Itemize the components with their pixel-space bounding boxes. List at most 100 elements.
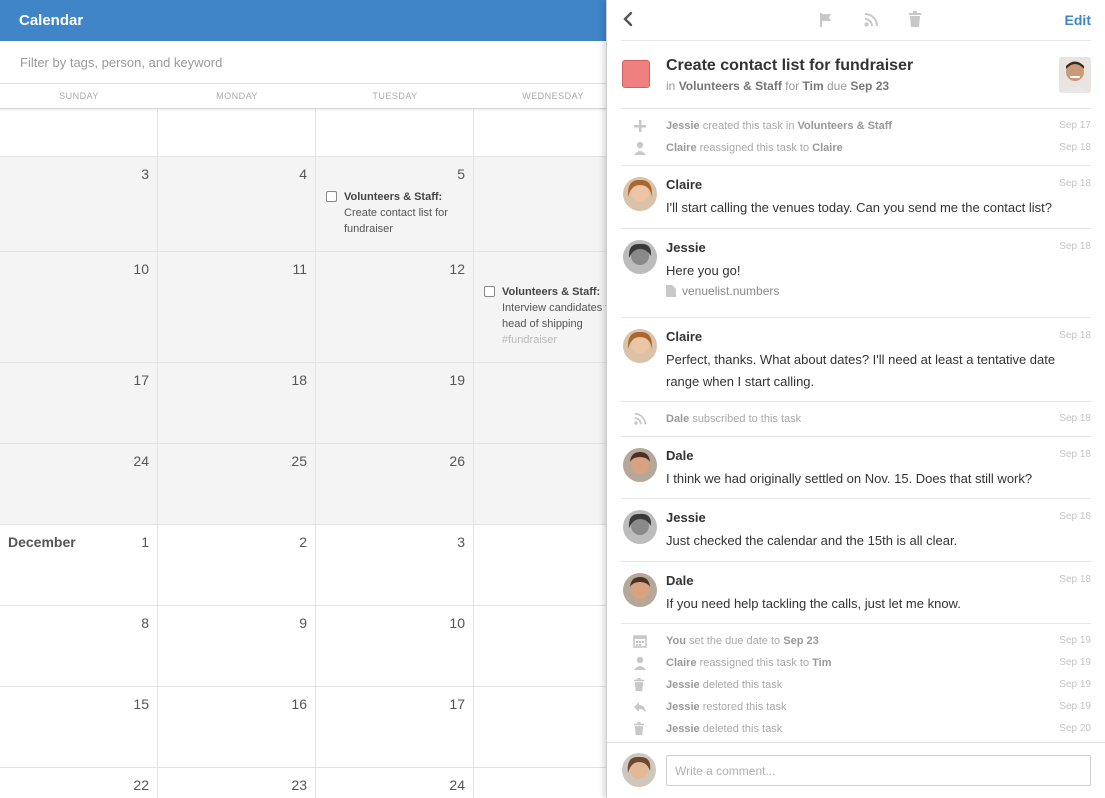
calendar-day[interactable]: 5 Volunteers & Staff: Create contact lis… [316, 157, 474, 251]
due-date[interactable]: Sep 23 [850, 79, 889, 93]
calendar-day[interactable]: 19 [316, 363, 474, 443]
calendar-grid: 3 4 5 Volunteers & Staff: Create contact… [0, 109, 606, 798]
activity-date: Sep 18 [1059, 142, 1091, 153]
day-number: 3 [457, 534, 465, 550]
calendar-day[interactable] [474, 363, 606, 443]
calendar-day[interactable] [474, 525, 606, 605]
task-checkbox[interactable] [484, 286, 495, 297]
calendar-day[interactable]: 17 [0, 363, 158, 443]
calendar-day[interactable]: 8 [0, 606, 158, 686]
calendar-day[interactable] [474, 109, 606, 156]
attachment[interactable]: venuelist.numbers [666, 284, 779, 298]
calendar-day[interactable]: 3 [316, 525, 474, 605]
comment-author[interactable]: Jessie [666, 510, 706, 525]
calendar-day[interactable]: 23 [158, 768, 316, 798]
task-checkbox[interactable] [326, 191, 337, 202]
task-color-swatch[interactable] [622, 60, 650, 88]
calendar-day[interactable] [474, 444, 606, 524]
calendar-day[interactable]: 16 [158, 687, 316, 767]
calendar-task[interactable]: Volunteers & Staff: Create contact list … [326, 189, 471, 237]
project-link[interactable]: Volunteers & Staff [679, 79, 782, 93]
activity-actor: Jessie [666, 120, 700, 132]
calendar-day[interactable]: 4 [158, 157, 316, 251]
activity-verb: deleted this task [702, 723, 783, 735]
assignee-link[interactable]: Tim [803, 79, 824, 93]
comment-author[interactable]: Dale [666, 573, 693, 588]
calendar-day[interactable] [316, 109, 474, 156]
activity-text: Jessie deleted this task [666, 679, 782, 691]
rss-icon [633, 412, 647, 426]
edit-button[interactable]: Edit [1065, 12, 1091, 28]
calendar-day[interactable]: 3 [0, 157, 158, 251]
calendar-day[interactable]: 10 [0, 252, 158, 362]
page-title: Calendar [19, 12, 84, 29]
calendar-day[interactable] [474, 606, 606, 686]
activity-actor: You [666, 635, 686, 647]
activity-item: Jessie deleted this task Sep 19 [621, 674, 1091, 696]
task-detail-pane: Edit Create contact list for fundraiser … [606, 0, 1105, 798]
trash-icon[interactable] [908, 11, 922, 33]
calendar-day[interactable] [0, 109, 158, 156]
flag-icon[interactable] [818, 12, 834, 33]
day-number: 15 [133, 696, 149, 712]
calendar-day[interactable]: December 1 [0, 525, 158, 605]
activity-text: Jessie created this task in Volunteers &… [666, 120, 892, 132]
activity-date: Sep 19 [1059, 679, 1091, 690]
calendar-week: 17 18 19 [0, 363, 606, 444]
comment-date: Sep 18 [1059, 574, 1091, 585]
activity-actor: Jessie [666, 679, 700, 691]
calendar-day[interactable]: 24 [0, 444, 158, 524]
calendar-day[interactable]: 12 [316, 252, 474, 362]
calendar-day[interactable]: 11 [158, 252, 316, 362]
calendar-day[interactable]: 10 [316, 606, 474, 686]
rss-icon[interactable] [863, 12, 879, 33]
activity-date: Sep 19 [1059, 657, 1091, 668]
comment-author[interactable]: Claire [666, 177, 702, 192]
avatar[interactable] [623, 329, 657, 363]
task-title[interactable]: Create contact list for fundraiser [666, 57, 913, 75]
comment-author[interactable]: Jessie [666, 240, 706, 255]
task-tag[interactable]: #fundraiser [502, 332, 606, 348]
filter-bar [0, 41, 606, 84]
calendar-day[interactable]: 24 [316, 768, 474, 798]
comment-body: Just checked the calendar and the 15th i… [666, 533, 958, 548]
calendar-day[interactable]: 17 [316, 687, 474, 767]
attachment-name: venuelist.numbers [682, 284, 780, 298]
day-number: 3 [141, 166, 149, 182]
calendar-day[interactable] [474, 687, 606, 767]
calendar-day[interactable] [158, 109, 316, 156]
calendar-day[interactable]: 15 [0, 687, 158, 767]
back-icon[interactable] [621, 10, 641, 30]
calendar-day[interactable]: 9 [158, 606, 316, 686]
calendar-day[interactable]: 22 [0, 768, 158, 798]
activity-verb: created this task in [702, 120, 795, 132]
filter-input[interactable] [20, 54, 420, 70]
activity-actor: Jessie [666, 723, 700, 735]
month-label: December [8, 534, 76, 550]
activity-actor: Claire [666, 142, 697, 154]
comment-author[interactable]: Dale [666, 448, 693, 463]
calendar-day[interactable] [474, 768, 606, 798]
calendar-day[interactable]: 25 [158, 444, 316, 524]
day-number: 10 [449, 615, 465, 631]
avatar[interactable] [623, 573, 657, 607]
comment-date: Sep 18 [1059, 178, 1091, 189]
avatar[interactable] [623, 240, 657, 274]
calendar-task[interactable]: Volunteers & Staff: Interview candidates… [484, 284, 606, 348]
avatar[interactable] [623, 448, 657, 482]
calendar-day[interactable] [474, 157, 606, 251]
avatar[interactable] [623, 510, 657, 544]
avatar[interactable] [623, 177, 657, 211]
calendar-day[interactable]: 2 [158, 525, 316, 605]
calendar-day[interactable]: 26 [316, 444, 474, 524]
assignee-avatar[interactable] [1059, 57, 1091, 93]
calendar-week: 10 11 12 Volunteers & Staff: Interview c… [0, 252, 606, 363]
weekday-label: MONDAY [216, 91, 258, 101]
comment-input[interactable] [666, 755, 1091, 786]
calendar-day[interactable]: 18 [158, 363, 316, 443]
comment-author[interactable]: Claire [666, 329, 702, 344]
task-project: Volunteers & Staff: [344, 191, 443, 203]
task-header: Create contact list for fundraiser in Vo… [621, 41, 1091, 109]
activity-text: Claire reassigned this task to Tim [666, 657, 832, 669]
calendar-day[interactable]: Volunteers & Staff: Interview candidates… [474, 252, 606, 362]
